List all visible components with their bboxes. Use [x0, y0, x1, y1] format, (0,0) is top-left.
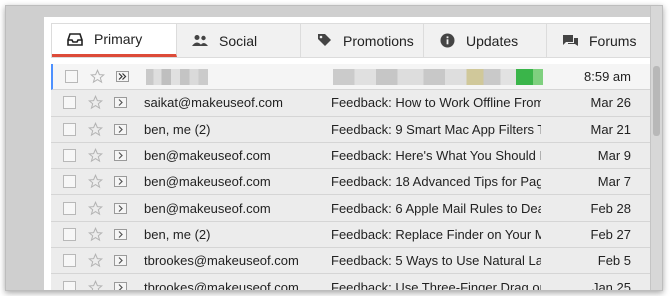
- select-checkbox[interactable]: [63, 201, 76, 215]
- star-icon[interactable]: [87, 121, 103, 137]
- people-icon: [191, 33, 209, 49]
- importance-marker-icon[interactable]: [114, 97, 127, 109]
- email-list: 8:59 am saikat@makeuseof.com Feedback: H…: [51, 64, 651, 291]
- email-sender: tbrookes@makeuseof.com: [144, 253, 299, 269]
- email-sender-redacted: [146, 68, 326, 85]
- email-row[interactable]: saikat@makeuseof.com Feedback: How to Wo…: [51, 90, 651, 117]
- email-sender: ben@makeuseof.com: [144, 174, 271, 190]
- email-date: Mar 7: [597, 174, 631, 190]
- importance-marker-icon[interactable]: [114, 176, 127, 188]
- email-sender: ben, me (2): [144, 226, 211, 242]
- email-date: Mar 21: [590, 121, 631, 137]
- tag-icon: [315, 33, 333, 49]
- email-subject: Feedback: Use Three-Finger Drag on: [331, 279, 541, 291]
- star-icon[interactable]: [89, 69, 105, 85]
- tab-label: Updates: [466, 32, 519, 49]
- tab-label: Social: [219, 32, 258, 49]
- email-sender: tbrookes@makeuseof.com: [144, 279, 299, 291]
- tab-forums[interactable]: Forums: [547, 24, 650, 57]
- star-icon[interactable]: [87, 148, 103, 164]
- star-icon[interactable]: [87, 95, 103, 111]
- category-tabs: Primary Social Promotions Updates Forums: [51, 23, 651, 58]
- select-checkbox[interactable]: [63, 227, 76, 241]
- star-icon[interactable]: [87, 226, 103, 242]
- email-row[interactable]: ben, me (2) Feedback: 9 Smart Mac App Fi…: [51, 116, 651, 143]
- select-checkbox[interactable]: [63, 254, 76, 268]
- email-date: Feb 27: [590, 226, 631, 242]
- email-sender: ben@makeuseof.com: [144, 200, 271, 216]
- tab-updates[interactable]: Updates: [424, 24, 547, 57]
- scrollbar[interactable]: [650, 6, 662, 290]
- importance-marker-icon[interactable]: [114, 150, 127, 162]
- email-date: Mar 9: [597, 148, 631, 164]
- select-checkbox[interactable]: [63, 122, 76, 136]
- importance-marker-icon[interactable]: [114, 255, 127, 267]
- email-date: Jan 25: [591, 279, 631, 291]
- tab-social[interactable]: Social: [177, 24, 301, 57]
- email-date: Mar 26: [590, 95, 631, 111]
- email-row[interactable]: 8:59 am: [51, 64, 651, 91]
- email-sender: saikat@makeuseof.com: [144, 95, 283, 111]
- email-row[interactable]: ben@makeuseof.com Feedback: 18 Advanced …: [51, 169, 651, 196]
- scrollbar-thumb[interactable]: [653, 66, 660, 136]
- email-row[interactable]: tbrookes@makeuseof.com Feedback: Use Thr…: [51, 274, 651, 291]
- email-sender: ben@makeuseof.com: [144, 148, 271, 164]
- email-subject: Feedback: Here's What You Should I: [331, 148, 541, 164]
- email-row[interactable]: tbrookes@makeuseof.com Feedback: 5 Ways …: [51, 248, 651, 275]
- tab-label: Forums: [589, 32, 637, 49]
- select-checkbox[interactable]: [63, 96, 76, 110]
- info-icon: [438, 33, 456, 49]
- importance-marker-icon[interactable]: [114, 202, 127, 214]
- email-date: 8:59 am: [584, 69, 631, 85]
- tab-label: Promotions: [343, 32, 414, 49]
- email-date: Feb 5: [597, 253, 631, 269]
- importance-marker-icon[interactable]: [114, 281, 127, 290]
- email-subject: Feedback: Replace Finder on Your M: [331, 226, 541, 242]
- tab-label: Primary: [94, 31, 143, 47]
- email-subject: Feedback: 5 Ways to Use Natural La: [331, 253, 541, 269]
- email-sender: ben, me (2): [144, 121, 211, 137]
- tab-primary[interactable]: Primary: [52, 24, 177, 57]
- email-row[interactable]: ben, me (2) Feedback: Replace Finder on …: [51, 221, 651, 249]
- importance-marker-icon[interactable]: [114, 123, 127, 135]
- inbox-icon: [66, 31, 84, 47]
- tab-promotions[interactable]: Promotions: [301, 24, 424, 57]
- select-checkbox[interactable]: [63, 280, 76, 290]
- email-subject: Feedback: How to Work Offline From: [331, 95, 541, 111]
- select-checkbox[interactable]: [63, 175, 76, 189]
- importance-marker-icon[interactable]: [114, 228, 127, 240]
- chat-icon: [561, 33, 579, 49]
- email-row[interactable]: ben@makeuseof.com Feedback: 6 Apple Mail…: [51, 195, 651, 222]
- star-icon[interactable]: [87, 200, 103, 216]
- email-subject: Feedback: 9 Smart Mac App Filters T: [331, 121, 541, 137]
- email-row[interactable]: ben@makeuseof.com Feedback: Here's What …: [51, 142, 651, 170]
- gmail-window: Primary Social Promotions Updates Forums: [5, 5, 663, 291]
- select-checkbox[interactable]: [65, 70, 78, 84]
- star-icon[interactable]: [87, 279, 103, 290]
- email-subject-redacted: [333, 68, 543, 85]
- email-subject: Feedback: 6 Apple Mail Rules to Dea: [331, 200, 541, 216]
- email-date: Feb 28: [590, 200, 631, 216]
- star-icon[interactable]: [87, 253, 103, 269]
- select-checkbox[interactable]: [63, 149, 76, 163]
- star-icon[interactable]: [87, 174, 103, 190]
- importance-marker-icon[interactable]: [116, 71, 129, 83]
- email-subject: Feedback: 18 Advanced Tips for Pag: [331, 174, 541, 190]
